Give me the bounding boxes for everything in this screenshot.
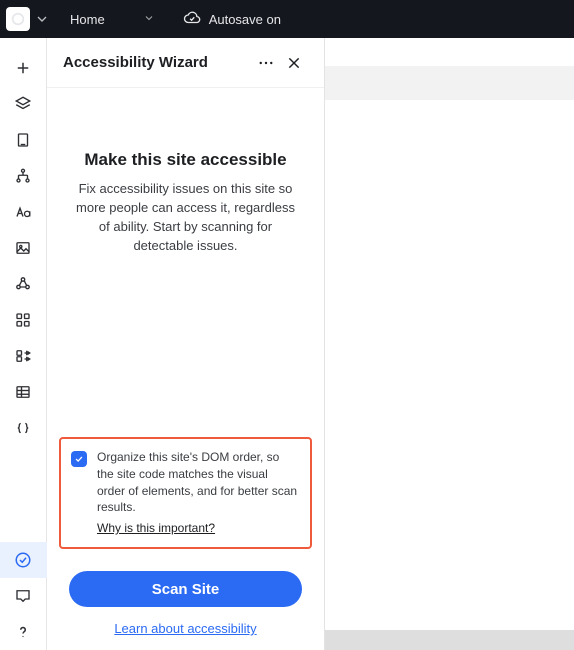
rail-site-structure[interactable]	[0, 158, 47, 194]
scan-site-button[interactable]: Scan Site	[69, 571, 302, 607]
panel-header: Accessibility Wizard	[47, 38, 324, 88]
editor-stage	[325, 38, 574, 650]
cloud-check-icon	[183, 9, 201, 30]
panel-footer: Organize this site's DOM order, so the s…	[47, 437, 324, 650]
app-logo[interactable]	[6, 7, 30, 31]
rail-add[interactable]	[0, 50, 47, 86]
panel-title: Accessibility Wizard	[63, 54, 252, 71]
app-menu-chevron[interactable]	[34, 11, 50, 27]
rail-fonts[interactable]	[0, 194, 47, 230]
rail-cms[interactable]	[0, 374, 47, 410]
more-button[interactable]	[252, 49, 280, 77]
panel-body: Make this site accessible Fix accessibil…	[47, 88, 324, 437]
rail-help[interactable]	[0, 614, 47, 650]
dom-order-card: Organize this site's DOM order, so the s…	[59, 437, 312, 549]
dom-order-checkbox[interactable]	[71, 451, 87, 467]
close-button[interactable]	[280, 49, 308, 77]
accessibility-panel: Accessibility Wizard Make this site acce…	[47, 38, 325, 650]
rail-accessibility[interactable]	[0, 542, 47, 578]
rail-code[interactable]	[0, 410, 47, 446]
autosave-label: Autosave on	[209, 12, 281, 27]
stage-band	[325, 66, 574, 100]
rail-comments[interactable]	[0, 578, 47, 614]
rail-data[interactable]	[0, 338, 47, 374]
rail-layers[interactable]	[0, 86, 47, 122]
autosave-toggle[interactable]: Autosave on	[183, 9, 281, 30]
rail-apps[interactable]	[0, 302, 47, 338]
chevron-down-icon	[143, 12, 155, 27]
learn-accessibility-link[interactable]: Learn about accessibility	[59, 621, 312, 636]
top-bar: Home Autosave on	[0, 0, 574, 38]
panel-description: Fix accessibility issues on this site so…	[69, 180, 302, 255]
page-selector-label: Home	[70, 12, 105, 27]
stage-footer-band	[325, 630, 574, 650]
dom-order-text: Organize this site's DOM order, so the s…	[97, 450, 297, 514]
rail-media[interactable]	[0, 230, 47, 266]
page-selector[interactable]: Home	[64, 8, 161, 31]
rail-connections[interactable]	[0, 266, 47, 302]
why-important-link[interactable]: Why is this important?	[97, 520, 215, 537]
panel-heading: Make this site accessible	[69, 150, 302, 170]
rail-pages[interactable]	[0, 122, 47, 158]
left-rail	[0, 38, 47, 650]
